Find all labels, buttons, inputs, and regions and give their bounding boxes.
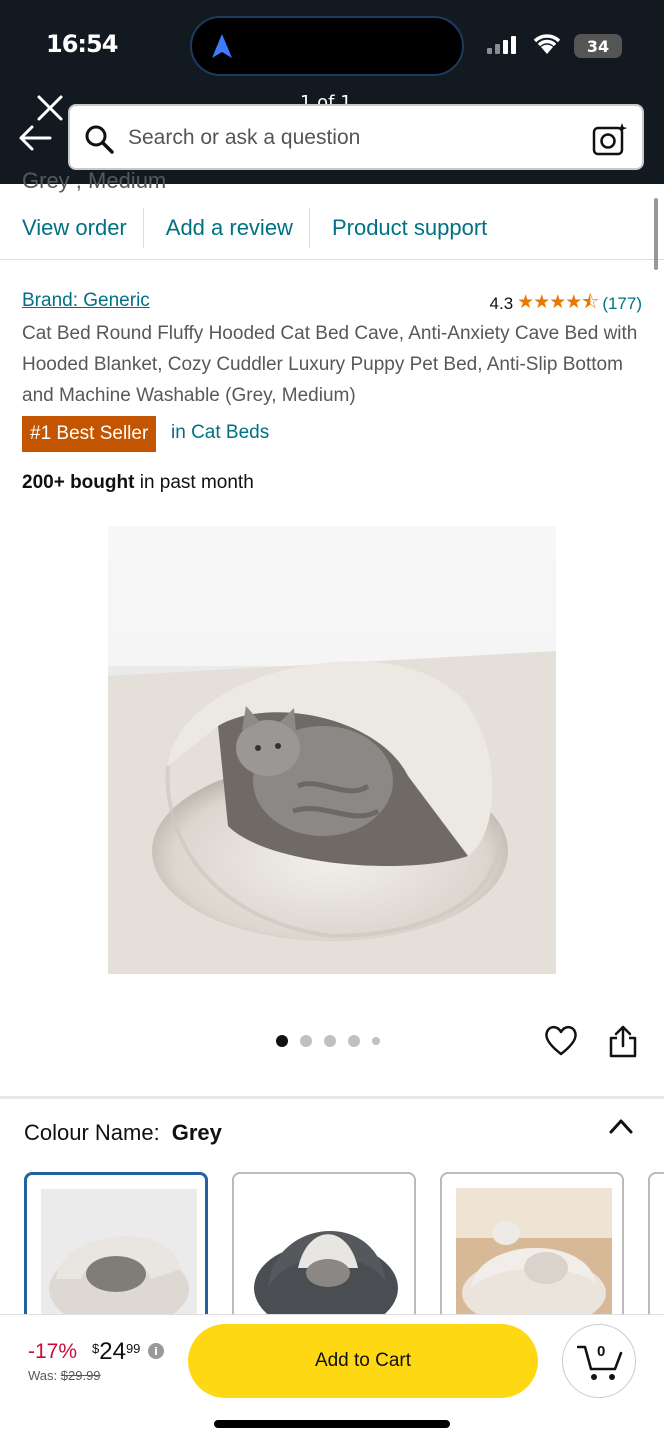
home-indicator[interactable]	[214, 1420, 450, 1428]
variant-summary: Grey , Medium	[22, 168, 167, 193]
product-image[interactable]	[108, 526, 556, 974]
top-header: 16:54 34 1 of 1 Search or ask a question	[0, 0, 664, 184]
swatch-beige-with-cat[interactable]	[440, 1172, 624, 1332]
price-currency: $	[92, 1341, 100, 1356]
cart-button[interactable]: 0	[562, 1324, 636, 1398]
price: $24 99	[92, 1338, 140, 1366]
discount-percent: -17%	[28, 1340, 78, 1363]
info-icon[interactable]: i	[148, 1343, 164, 1359]
add-review-link[interactable]: Add a review	[144, 207, 310, 248]
order-actions: View order Add a review Product support	[0, 196, 664, 260]
scroll-indicator[interactable]	[654, 198, 658, 270]
wifi-icon	[533, 34, 561, 54]
search-icon	[85, 125, 114, 154]
swatch-grey-fluffy[interactable]	[24, 1172, 208, 1332]
stars-icon: ★★★★⯪	[517, 292, 599, 313]
price-whole: 24	[99, 1338, 126, 1365]
colour-name-label: Colour Name: Grey	[24, 1120, 222, 1146]
best-seller-badge[interactable]: #1 Best Seller	[22, 416, 157, 452]
cart-count: 0	[597, 1343, 606, 1360]
bought-count-rest: in past month	[134, 472, 254, 493]
rating-value: 4.3	[489, 294, 514, 313]
pagination-dot[interactable]	[348, 1035, 360, 1047]
chevron-up-icon[interactable]	[608, 1116, 634, 1136]
camera-search-icon[interactable]	[592, 122, 628, 156]
brand-link[interactable]: Brand: Generic	[22, 290, 150, 312]
battery-icon: 34	[574, 34, 622, 58]
section-divider	[0, 1096, 664, 1099]
product-support-link[interactable]: Product support	[310, 208, 503, 248]
share-icon[interactable]	[608, 1024, 638, 1058]
product-page: 16:54 34 1 of 1 Search or ask a question…	[0, 0, 664, 1440]
swatch-partial[interactable]	[648, 1172, 664, 1332]
was-price-value: $29.99	[60, 1368, 101, 1383]
signal-icon	[487, 36, 516, 54]
search-input[interactable]: Search or ask a question	[68, 104, 644, 170]
colour-label-text: Colour Name:	[24, 1120, 160, 1145]
navigation-arrow-icon	[212, 34, 232, 58]
back-arrow-icon[interactable]	[18, 124, 52, 152]
heart-icon[interactable]	[544, 1024, 578, 1056]
product-title: Cat Bed Round Fluffy Hooded Cat Bed Cave…	[22, 323, 638, 406]
bought-count: 200+ bought in past month	[22, 472, 254, 494]
view-order-link[interactable]: View order	[0, 207, 144, 248]
bought-count-bold: 200+ bought	[22, 472, 135, 493]
swatch-dark-grey[interactable]	[232, 1172, 416, 1332]
rating[interactable]: 4.3 ★★★★⯪ (177)	[490, 288, 642, 320]
pagination-dot[interactable]	[324, 1035, 336, 1047]
pagination-dot-active[interactable]	[276, 1035, 288, 1047]
image-pagination[interactable]	[276, 1035, 380, 1047]
pagination-dot[interactable]	[372, 1037, 380, 1045]
pagination-dot[interactable]	[300, 1035, 312, 1047]
add-to-cart-button[interactable]: Add to Cart	[188, 1324, 538, 1398]
dynamic-island	[190, 16, 464, 76]
colour-value: Grey	[171, 1120, 222, 1145]
was-price: Was: $29.99	[28, 1368, 101, 1383]
close-icon[interactable]	[36, 94, 64, 122]
price-fraction: 99	[125, 1341, 141, 1356]
rating-count[interactable]: (177)	[602, 294, 642, 314]
status-time: 16:54	[46, 30, 118, 58]
best-seller-category-link[interactable]: in Cat Beds	[171, 422, 269, 444]
was-label: Was:	[28, 1368, 58, 1383]
search-placeholder: Search or ask a question	[128, 126, 361, 149]
